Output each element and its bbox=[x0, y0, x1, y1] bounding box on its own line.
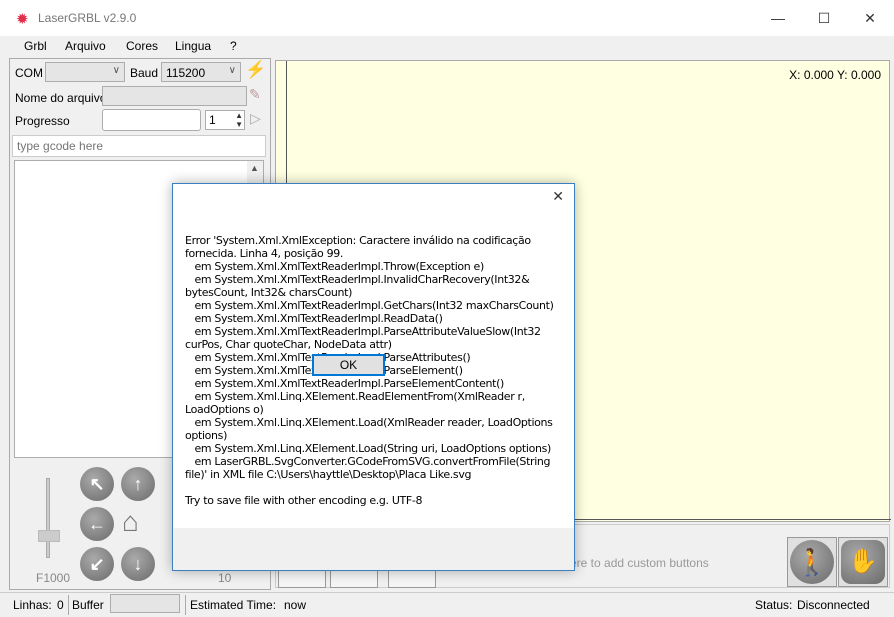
feed-slider-track[interactable] bbox=[46, 478, 50, 558]
app-logo-icon: ✹ bbox=[16, 11, 29, 28]
estimated-time-value: now bbox=[284, 598, 307, 612]
error-dialog: ✕ Error 'System.Xml.XmlException: Caract… bbox=[172, 183, 575, 571]
jog-up-button[interactable]: ↑ bbox=[121, 467, 155, 501]
feed-value: F1000 bbox=[36, 571, 71, 585]
step-value: 10 bbox=[218, 571, 232, 585]
file-name-field[interactable] bbox=[102, 86, 247, 106]
file-label: Nome do arquivo bbox=[15, 91, 107, 105]
baud-select[interactable]: 115200 ∨ bbox=[161, 62, 241, 82]
menu-cores[interactable]: Cores bbox=[126, 39, 158, 53]
maximize-button[interactable]: ☐ bbox=[801, 0, 847, 36]
baud-label: Baud bbox=[130, 66, 159, 80]
menu-grbl[interactable]: Grbl bbox=[24, 39, 47, 53]
minimize-button[interactable]: — bbox=[755, 0, 801, 36]
com-select[interactable]: ∨ bbox=[45, 62, 125, 82]
menu-help[interactable]: ? bbox=[230, 39, 237, 53]
stop-button[interactable]: ✋ bbox=[838, 537, 888, 587]
window-title: LaserGRBL v2.9.0 bbox=[38, 11, 137, 25]
hand-stop-icon: ✋ bbox=[841, 540, 885, 584]
menu-arquivo[interactable]: Arquivo bbox=[65, 39, 106, 53]
title-bar: ✹ LaserGRBL v2.9.0 — ☐ ✕ bbox=[0, 0, 894, 36]
menu-bar: Grbl Arquivo Cores Lingua ? bbox=[0, 36, 894, 58]
progress-label: Progresso bbox=[15, 114, 70, 128]
scroll-up-icon[interactable]: ▲ bbox=[250, 163, 259, 173]
feed-slider-thumb[interactable] bbox=[38, 530, 60, 542]
baud-value: 115200 bbox=[166, 66, 206, 80]
chevron-down-icon: ∨ bbox=[228, 65, 236, 76]
copies-value: 1 bbox=[209, 113, 216, 127]
play-icon[interactable]: ▷ bbox=[250, 110, 261, 127]
dialog-footer bbox=[173, 528, 574, 570]
chevron-down-icon: ∨ bbox=[112, 65, 120, 76]
status-label: Status: bbox=[755, 598, 793, 612]
status-bar: Linhas: 0 Buffer Estimated Time: now Sta… bbox=[0, 592, 894, 617]
jog-down-left-button[interactable]: ↙ bbox=[80, 547, 114, 581]
connect-icon[interactable]: ⚡ bbox=[245, 60, 266, 80]
status-value: Disconnected bbox=[797, 598, 870, 612]
lines-label: Linhas: bbox=[13, 598, 52, 612]
custom-buttons-hint: ere to add custom buttons bbox=[570, 556, 709, 570]
stepper-arrows-icon[interactable]: ▲ ▼ bbox=[235, 111, 243, 129]
resume-button[interactable]: 🚶 bbox=[787, 537, 837, 587]
jog-up-left-button[interactable]: ↖ bbox=[80, 467, 114, 501]
estimated-time-label: Estimated Time: bbox=[190, 598, 277, 612]
jog-down-button[interactable]: ↓ bbox=[121, 547, 155, 581]
buffer-label: Buffer bbox=[72, 598, 104, 612]
home-button[interactable]: ⌂ bbox=[122, 506, 139, 538]
coordinates-readout: X: 0.000 Y: 0.000 bbox=[789, 68, 881, 82]
buffer-bar bbox=[110, 594, 180, 613]
com-label: COM bbox=[15, 66, 43, 80]
menu-lingua[interactable]: Lingua bbox=[175, 39, 211, 53]
walking-man-icon: 🚶 bbox=[790, 540, 834, 584]
lines-value: 0 bbox=[57, 598, 64, 612]
close-button[interactable]: ✕ bbox=[847, 0, 893, 36]
jog-left-button[interactable]: ← bbox=[80, 507, 114, 541]
progress-bar bbox=[102, 109, 201, 131]
gcode-input[interactable] bbox=[12, 135, 266, 157]
copies-stepper[interactable]: 1 ▲ ▼ bbox=[205, 110, 245, 130]
ok-button[interactable]: OK bbox=[312, 354, 385, 376]
dialog-close-button[interactable]: ✕ bbox=[552, 188, 564, 205]
open-file-icon[interactable]: ✎ bbox=[249, 86, 261, 103]
